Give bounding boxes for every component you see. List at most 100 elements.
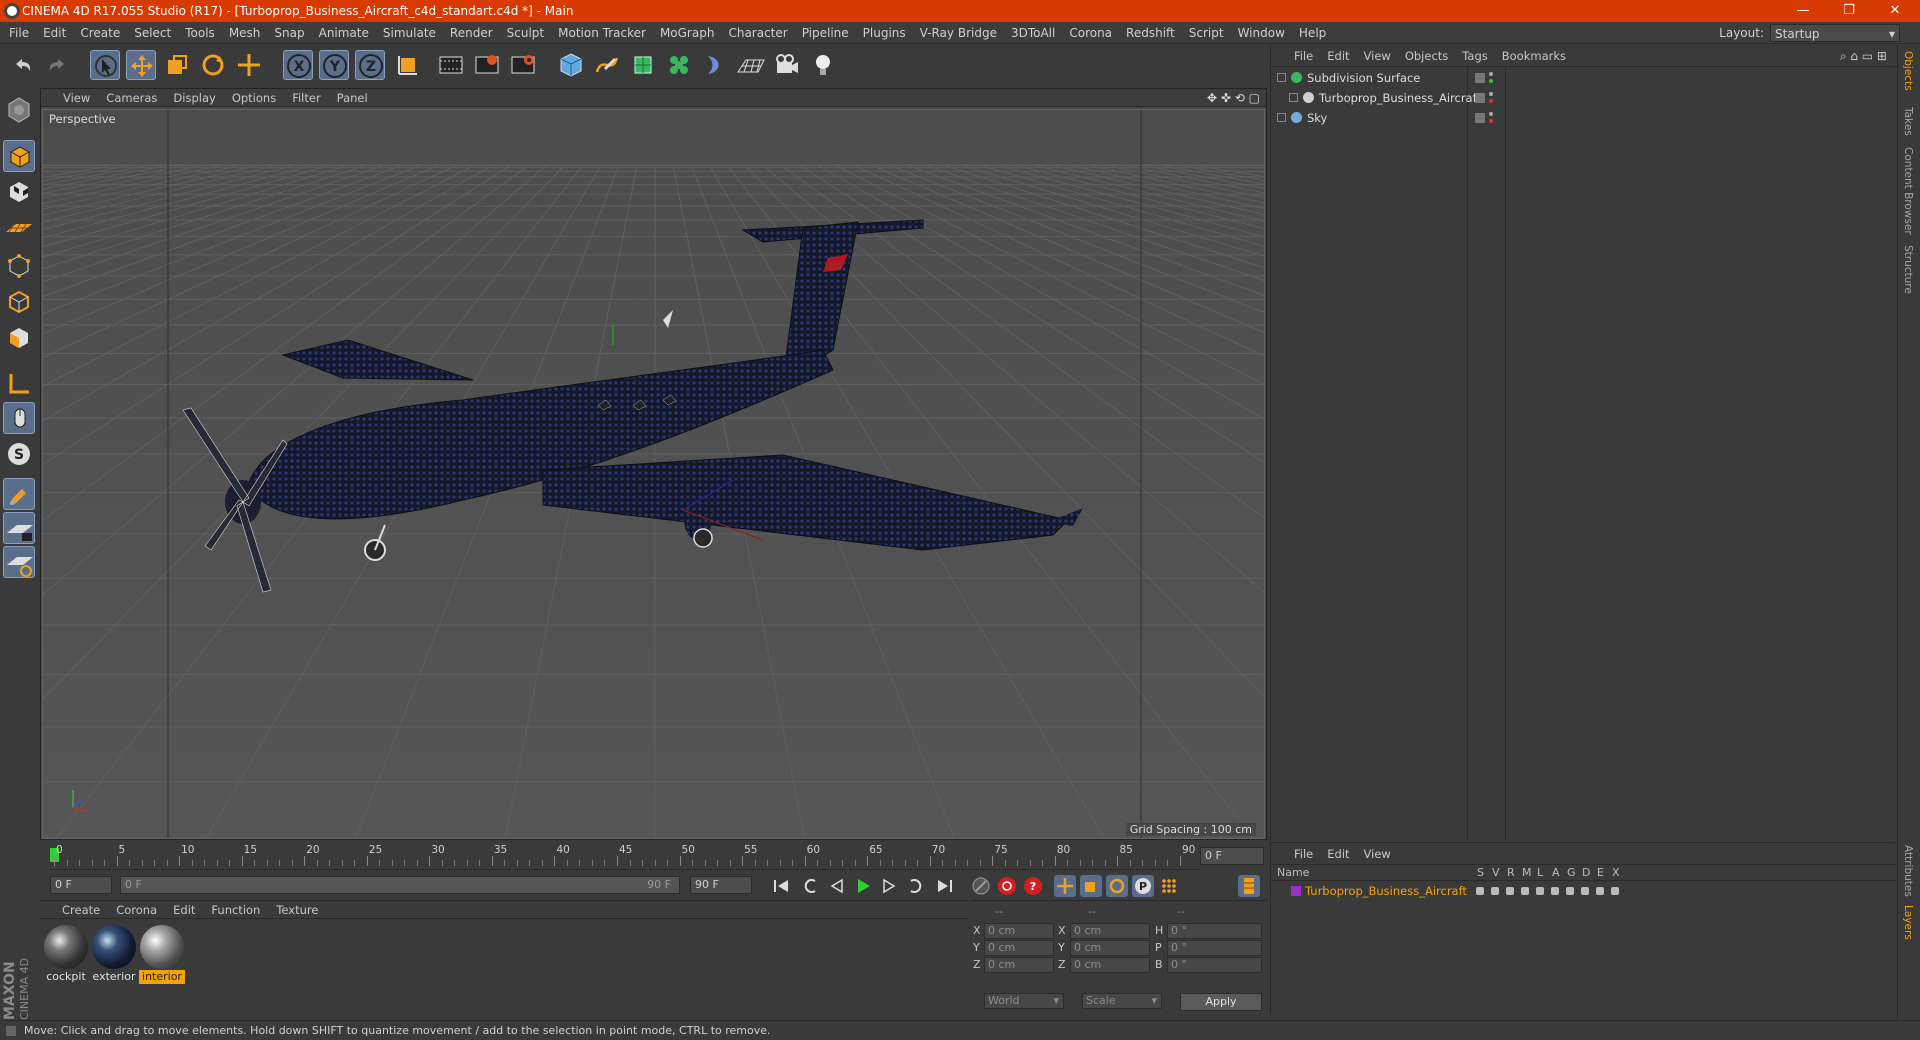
deformer-icon[interactable]: [700, 50, 730, 80]
previous-key-icon[interactable]: [800, 875, 822, 897]
material-menu-function[interactable]: Function: [203, 901, 268, 919]
coord-rotation-field[interactable]: 0 °: [1167, 923, 1262, 939]
workplane-icon[interactable]: [3, 212, 35, 244]
menu-edit[interactable]: Edit: [36, 22, 73, 44]
layer-toggle-icon[interactable]: [1551, 887, 1559, 895]
menu-render[interactable]: Render: [443, 22, 500, 44]
next-frame-icon[interactable]: [878, 875, 900, 897]
layer-menu-edit[interactable]: Edit: [1320, 843, 1356, 865]
timeline-layout-icon[interactable]: [1238, 875, 1260, 897]
tab-attributes[interactable]: Attributes: [1902, 845, 1914, 897]
render-dot-icon[interactable]: [1489, 79, 1493, 83]
cube-icon[interactable]: [556, 50, 586, 80]
object-menu-view[interactable]: View: [1357, 45, 1398, 67]
menu-motion-tracker[interactable]: Motion Tracker: [551, 22, 653, 44]
viewport-nav-icons[interactable]: ✥ ✜ ⟲ ▢: [1207, 89, 1260, 107]
coord-size-field[interactable]: 0 cm: [1070, 940, 1150, 956]
key-point-level-icon[interactable]: [1158, 875, 1180, 897]
layer-toggle-icon[interactable]: [1566, 887, 1574, 895]
material-menu-create[interactable]: Create: [54, 901, 108, 919]
apply-button[interactable]: Apply: [1180, 993, 1262, 1011]
go-to-start-icon[interactable]: [770, 875, 792, 897]
scale-icon[interactable]: [162, 50, 192, 80]
menu-animate[interactable]: Animate: [312, 22, 376, 44]
go-to-end-icon[interactable]: [934, 875, 956, 897]
axis-mode-icon[interactable]: [3, 368, 35, 400]
menu-tools[interactable]: Tools: [178, 22, 222, 44]
menu-window[interactable]: Window: [1231, 22, 1292, 44]
material-interior[interactable]: interior: [139, 925, 185, 984]
layer-toggle-icon[interactable]: [1536, 887, 1544, 895]
move-icon[interactable]: [126, 50, 156, 80]
viewport-menu-panel[interactable]: Panel: [329, 89, 376, 107]
render-dot-icon[interactable]: [1489, 99, 1493, 103]
camera-icon[interactable]: [772, 50, 802, 80]
pen-spline-icon[interactable]: [592, 50, 622, 80]
play-icon[interactable]: [852, 875, 874, 897]
material-exterior[interactable]: exterior: [91, 925, 137, 984]
material-menu-corona[interactable]: Corona: [108, 901, 165, 919]
tweak-mode-icon[interactable]: [3, 402, 35, 434]
close-button[interactable]: ✕: [1872, 0, 1918, 22]
menu-plugins[interactable]: Plugins: [856, 22, 913, 44]
polygons-mode-icon[interactable]: [3, 322, 35, 354]
layer-color-swatch[interactable]: [1291, 886, 1301, 896]
coord-rotation-field[interactable]: 0 °: [1167, 957, 1262, 973]
object-tag-icon[interactable]: [1475, 93, 1485, 103]
menu-file[interactable]: File: [2, 22, 36, 44]
object-menu-objects[interactable]: Objects: [1398, 45, 1455, 67]
layout-dropdown[interactable]: Startup ▾: [1770, 24, 1900, 42]
menu-character[interactable]: Character: [721, 22, 794, 44]
object-row[interactable]: Subdivision Surface: [1271, 69, 1896, 87]
locked-workplane-icon[interactable]: [3, 512, 35, 544]
layer-toggle-icon[interactable]: [1611, 887, 1619, 895]
render-picture-viewer-icon[interactable]: [472, 50, 502, 80]
render-view-icon[interactable]: [436, 50, 466, 80]
layer-toggle-icon[interactable]: [1476, 887, 1484, 895]
layer-toggle-icon[interactable]: [1596, 887, 1604, 895]
record-keys-icon[interactable]: [970, 875, 992, 897]
z-axis-icon[interactable]: Z: [355, 50, 385, 80]
key-parameter-icon[interactable]: P: [1132, 875, 1154, 897]
viewport-menu-cameras[interactable]: Cameras: [98, 89, 165, 107]
visibility-dots-icon[interactable]: [1489, 72, 1493, 76]
menu-select[interactable]: Select: [127, 22, 178, 44]
viewport-menu-display[interactable]: Display: [165, 89, 223, 107]
coord-mode-dropdown[interactable]: World ▾: [984, 993, 1064, 1009]
material-menu-edit[interactable]: Edit: [165, 901, 203, 919]
menu-pipeline[interactable]: Pipeline: [795, 22, 856, 44]
viewport-menu-view[interactable]: View: [55, 89, 98, 107]
tab-layers[interactable]: Layers: [1902, 905, 1914, 940]
menu-script[interactable]: Script: [1182, 22, 1231, 44]
next-key-icon[interactable]: [904, 875, 926, 897]
object-menu-file[interactable]: File: [1287, 45, 1320, 67]
cloner-icon[interactable]: [664, 50, 694, 80]
floor-icon[interactable]: [736, 50, 766, 80]
material-menu-texture[interactable]: Texture: [268, 901, 326, 919]
tree-expand-icon[interactable]: [1289, 93, 1298, 102]
current-frame-field[interactable]: 0 F: [1200, 847, 1264, 865]
visibility-dots-icon[interactable]: [1489, 112, 1493, 116]
frame-range-slider[interactable]: 0 F 90 F: [120, 876, 680, 894]
autokeying-icon[interactable]: [996, 875, 1018, 897]
object-tag-icon[interactable]: [1475, 113, 1485, 123]
coord-position-field[interactable]: 0 cm: [984, 957, 1054, 973]
undo-icon[interactable]: [8, 50, 38, 80]
y-axis-icon[interactable]: Y: [319, 50, 349, 80]
object-menu-edit[interactable]: Edit: [1320, 45, 1356, 67]
camera-label[interactable]: Perspective: [47, 112, 118, 126]
layer-menu-file[interactable]: File: [1287, 843, 1320, 865]
redo-icon[interactable]: [42, 50, 72, 80]
object-menu-tags[interactable]: Tags: [1455, 45, 1494, 67]
key-position-icon[interactable]: [1054, 875, 1076, 897]
object-manager-toolbar-icons[interactable]: ⌕ ⌂ ▭ ⊞: [1840, 45, 1887, 67]
points-mode-icon[interactable]: [3, 250, 35, 282]
viewport-menu-filter[interactable]: Filter: [284, 89, 328, 107]
make-editable-icon[interactable]: [3, 94, 35, 126]
menu-sculpt[interactable]: Sculpt: [500, 22, 551, 44]
menu-mograph[interactable]: MoGraph: [653, 22, 722, 44]
subdivision-icon[interactable]: [628, 50, 658, 80]
live-move-icon[interactable]: [234, 50, 264, 80]
magnet-icon[interactable]: [3, 478, 35, 510]
key-rotation-icon[interactable]: [1106, 875, 1128, 897]
